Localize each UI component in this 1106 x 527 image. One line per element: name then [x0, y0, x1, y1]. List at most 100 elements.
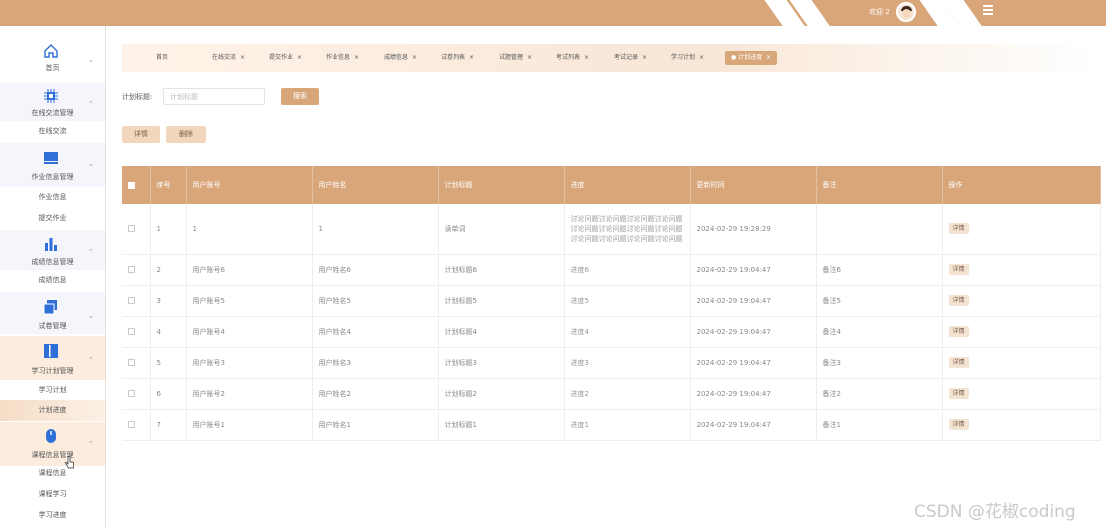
column-header[interactable]: 序号: [150, 166, 187, 204]
tab-question-management[interactable]: 试题管理 ×: [493, 51, 538, 65]
cell-note: 备注4: [816, 316, 943, 348]
column-header[interactable]: 进度: [564, 166, 691, 204]
tab-label: 作业信息: [326, 54, 351, 61]
sidebar-subitem-grades-info[interactable]: 成绩信息: [0, 270, 105, 291]
sidebar-subitem-course-info[interactable]: 课程信息: [0, 463, 105, 484]
table-row[interactable]: 1 1 1 读单词 讨论问题讨论问题讨论问题讨论问题讨论问题讨论问题讨论问题讨论问题讨论…: [122, 204, 1101, 255]
cell-title: 计划标题5: [438, 285, 565, 317]
row-detail-button[interactable]: 详情: [948, 264, 969, 275]
cell-name: 用户姓名1: [312, 409, 439, 441]
close-icon[interactable]: ×: [297, 54, 302, 61]
row-checkbox[interactable]: [128, 328, 135, 335]
cell-progress: 进度5: [564, 285, 691, 317]
close-icon[interactable]: ×: [240, 54, 245, 61]
sidebar-item-exam-paper-management[interactable]: 试卷管理 ⌄: [0, 292, 105, 334]
plan-title-search-input[interactable]: [163, 88, 265, 105]
delete-button[interactable]: 删除: [166, 126, 206, 143]
column-header[interactable]: 用户姓名: [312, 166, 439, 204]
row-checkbox[interactable]: [128, 421, 135, 428]
cell-name: 用户姓名6: [312, 254, 439, 286]
row-checkbox[interactable]: [128, 297, 135, 304]
row-detail-button[interactable]: 详情: [948, 357, 969, 368]
hamburger-icon[interactable]: [983, 5, 993, 15]
column-header[interactable]: 用户账号: [186, 166, 313, 204]
sidebar-item-study-plan-management[interactable]: 学习计划管理 ⌃: [0, 336, 105, 380]
table-row[interactable]: 5 用户账号3 用户姓名3 计划标题3 进度3 2024-02-29 19:04:47 备注…: [122, 347, 1101, 379]
hand-cursor-icon: [65, 456, 74, 469]
cell-op: 详情: [942, 347, 1101, 379]
close-icon[interactable]: ×: [584, 54, 589, 61]
sidebar-subitem-homework-info[interactable]: 作业信息: [0, 187, 105, 208]
close-icon[interactable]: ×: [469, 54, 474, 61]
close-icon[interactable]: ×: [412, 54, 417, 61]
row-select-cell[interactable]: [122, 409, 151, 441]
table-row[interactable]: 4 用户账号4 用户姓名4 计划标题4 进度4 2024-02-29 19:04:47 备注…: [122, 316, 1101, 348]
row-select-cell[interactable]: [122, 316, 151, 348]
sidebar-item-course-management[interactable]: 课程信息管理 ⌃: [0, 422, 105, 466]
row-checkbox[interactable]: [128, 225, 135, 233]
cell-note: 备注6: [816, 254, 943, 286]
row-select-cell[interactable]: [122, 254, 151, 286]
row-checkbox[interactable]: [128, 390, 135, 397]
sidebar-item-homework-management[interactable]: 作业信息管理 ⌃: [0, 143, 105, 187]
table-row[interactable]: 6 用户账号2 用户姓名2 计划标题2 进度2 2024-02-29 19:04:47 备注…: [122, 378, 1101, 410]
cell-progress: 进度6: [564, 254, 691, 286]
sidebar-subitem-course-study[interactable]: 课程学习: [0, 484, 105, 505]
sidebar-subitem-plan-progress[interactable]: 计划进度: [0, 400, 105, 421]
sidebar-subitem-study-plan[interactable]: 学习计划: [0, 380, 105, 401]
cell-account: 用户账号2: [186, 378, 313, 410]
cell-name: 用户姓名4: [312, 316, 439, 348]
close-icon[interactable]: ×: [699, 54, 704, 61]
cell-account: 用户账号1: [186, 409, 313, 441]
table-row[interactable]: 7 用户账号1 用户姓名1 计划标题1 进度1 2024-02-29 19:04:47 备注…: [122, 409, 1101, 441]
close-icon[interactable]: ×: [642, 54, 647, 61]
tab-label: 试题管理: [499, 54, 524, 61]
column-header[interactable]: 计划标题: [438, 166, 565, 204]
cell-no: 6: [150, 378, 187, 410]
close-icon[interactable]: ×: [527, 54, 532, 61]
column-header[interactable]: 更新时间: [690, 166, 817, 204]
row-select-cell[interactable]: [122, 378, 151, 410]
select-all-cell[interactable]: [122, 166, 151, 204]
cell-no: 2: [150, 254, 187, 286]
sidebar-item-grades-management[interactable]: 成绩信息管理 ⌃: [0, 230, 105, 270]
table-row[interactable]: 2 用户账号6 用户姓名6 计划标题6 进度6 2024-02-29 19:04:47 备注…: [122, 254, 1101, 286]
row-select-cell[interactable]: [122, 285, 151, 317]
row-detail-button[interactable]: 详情: [948, 295, 969, 306]
avatar[interactable]: [896, 2, 916, 22]
cell-name: 用户姓名2: [312, 378, 439, 410]
close-icon[interactable]: ×: [354, 54, 359, 61]
row-select-cell[interactable]: [122, 204, 151, 255]
row-detail-button[interactable]: 详情: [948, 223, 969, 235]
column-header[interactable]: 备注: [816, 166, 943, 204]
row-detail-button[interactable]: 详情: [948, 419, 969, 430]
tab-plan-progress[interactable]: ● 计划进度 ×: [725, 51, 778, 65]
sidebar-subitem-study-progress[interactable]: 学习进度: [0, 505, 105, 526]
row-checkbox[interactable]: [128, 266, 135, 273]
tab-exam-list[interactable]: 试卷列表 ×: [435, 51, 480, 65]
column-header[interactable]: 操作: [942, 166, 1101, 204]
row-detail-button[interactable]: 详情: [948, 388, 969, 399]
tab-home[interactable]: 首页: [150, 51, 174, 65]
tab-study-plan[interactable]: 学习计划 ×: [665, 51, 710, 65]
row-detail-button[interactable]: 详情: [948, 326, 969, 337]
select-all-checkbox[interactable]: [128, 181, 135, 189]
sidebar-subitem-submit-homework[interactable]: 提交作业: [0, 208, 105, 229]
tab-exam-records[interactable]: 考试记录 ×: [608, 51, 653, 65]
sidebar-subitem-chat[interactable]: 在线交流: [0, 121, 105, 142]
chevron-up-icon: ⌃: [88, 248, 94, 256]
sidebar-item-chat-management[interactable]: 在线交流管理 ⌃: [0, 83, 105, 121]
row-select-cell[interactable]: [122, 347, 151, 379]
tab-submit-homework[interactable]: 提交作业 ×: [263, 51, 308, 65]
tab-test-list[interactable]: 考试列表 ×: [550, 51, 595, 65]
close-icon[interactable]: ×: [766, 54, 771, 61]
tab-homework-info[interactable]: 作业信息 ×: [320, 51, 365, 65]
cell-name: 用户姓名3: [312, 347, 439, 379]
tab-grades-info[interactable]: 成绩信息 ×: [378, 51, 423, 65]
sidebar-item-home[interactable]: 首页 ⌄: [0, 39, 105, 75]
detail-button[interactable]: 详情: [122, 126, 160, 143]
table-row[interactable]: 3 用户账号5 用户姓名5 计划标题5 进度5 2024-02-29 19:04:47 备注…: [122, 285, 1101, 317]
search-button[interactable]: 搜索: [281, 88, 319, 105]
row-checkbox[interactable]: [128, 359, 135, 366]
tab-online-chat[interactable]: 在线交流 ×: [206, 51, 251, 65]
